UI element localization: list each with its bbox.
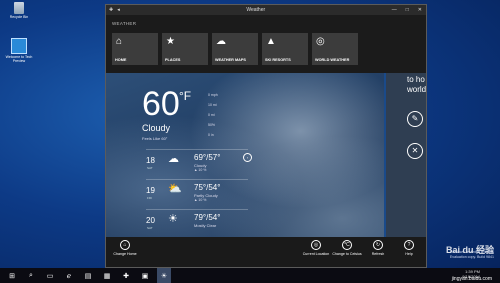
refresh-label: Refresh: [371, 252, 385, 256]
nav-tile-weather-maps[interactable]: ☁ WEATHER MAPS: [212, 33, 258, 65]
change-home-button[interactable]: ⌂ Change Home: [108, 240, 142, 257]
expand-arrow-icon[interactable]: ›: [243, 153, 252, 162]
close-circle-icon[interactable]: ✕: [407, 143, 423, 159]
title-bar: ✚ ◂ Weather — □ ✕: [106, 5, 426, 15]
side-text-line: to ho: [407, 75, 425, 84]
nav-tile-world-weather[interactable]: ◎ WORLD WEATHER: [312, 33, 358, 65]
current-location-label: Current Location: [302, 252, 330, 256]
task-view-icon[interactable]: ▭: [43, 268, 57, 283]
mountain-icon: ▲: [266, 36, 276, 47]
file-explorer-icon[interactable]: ▤: [81, 268, 95, 283]
windows-logo-icon: [11, 38, 27, 54]
detail-precip: 0 in: [208, 133, 214, 137]
window-title: Weather: [246, 7, 266, 13]
current-location-button[interactable]: ◎ Current Location: [299, 240, 333, 257]
forecast-dow: SAT: [147, 166, 153, 170]
search-icon[interactable]: ⌕: [24, 268, 38, 283]
forecast-temps: 79°/54°: [194, 213, 221, 222]
help-label: Help: [405, 252, 413, 256]
forecast-row[interactable]: 20 SAT ☀ 79°/54° Mostly Clear: [146, 209, 248, 238]
recycle-bin-label: Recycle Bin: [9, 15, 29, 19]
change-celsius-button[interactable]: °C Change to Celsius: [330, 240, 364, 257]
cloudy-icon: ☁: [168, 153, 179, 165]
detail-visibility: 10 mi: [208, 103, 217, 107]
forecast-row[interactable]: 19 FRI ⛅ 75°/54° Partly Cloudy ▲ 10 %: [146, 179, 248, 208]
store-icon[interactable]: ▦: [100, 268, 114, 283]
nav-tile-places[interactable]: ★ PLACES: [162, 33, 208, 65]
nav-label: PLACES: [165, 58, 181, 62]
side-pane-text: to ho world: [407, 75, 426, 95]
home-icon: ⌂: [116, 36, 123, 47]
temperature-unit: °F: [179, 89, 192, 103]
nav-tile-home[interactable]: ⌂ HOME: [112, 33, 158, 65]
welcome-label: Welcome to Tech Preview: [5, 55, 33, 63]
change-celsius-label: Change to Celsius: [332, 252, 362, 256]
app-menu-icon[interactable]: ✚: [109, 7, 113, 13]
star-icon: ★: [166, 36, 175, 47]
forecast-condition: Mostly Clear: [194, 223, 217, 228]
minimize-button[interactable]: —: [392, 7, 397, 13]
nav-label: WORLD WEATHER: [315, 58, 350, 62]
forecast-dow: SAT: [147, 226, 153, 230]
partly-cloudy-icon: ⛅: [168, 183, 182, 195]
forecast-day: 20: [146, 216, 155, 225]
detail-barometer: 0 mi: [208, 113, 215, 117]
help-button[interactable]: ? Help: [392, 240, 426, 257]
trash-icon: [14, 2, 24, 14]
nav-tile-ski-resorts[interactable]: ▲ SKI RESORTS: [262, 33, 308, 65]
detail-wind: 0 mph: [208, 93, 218, 97]
current-condition: Cloudy: [142, 123, 171, 133]
forecast-row[interactable]: 18 SAT ☁ 69°/57° Cloudy ▲ 10 %: [146, 149, 248, 178]
location-icon: ◎: [311, 240, 321, 250]
sunny-icon: ☀: [168, 213, 178, 225]
close-button[interactable]: ✕: [418, 7, 422, 13]
refresh-icon: ↻: [373, 240, 383, 250]
home-icon: ⌂: [120, 240, 130, 250]
taskbar: ⊞ ⌕ ▭ ℯ ▤ ▦ ✚ ▣ ☀ 1:39 PM 9/18/2014: [0, 268, 500, 283]
help-icon: ?: [404, 240, 414, 250]
nav-label: WEATHER MAPS: [215, 58, 246, 62]
change-home-label: Change Home: [113, 252, 137, 256]
forecast-dow: FRI: [147, 196, 152, 200]
current-temperature: 60: [142, 85, 180, 123]
back-icon[interactable]: ◂: [117, 7, 120, 13]
refresh-button[interactable]: ↻ Refresh: [361, 240, 395, 257]
edit-icon[interactable]: ✎: [407, 111, 423, 127]
windows-version-line: Evaluation copy. Build 9841: [449, 255, 494, 259]
xbox-icon[interactable]: ✚: [119, 268, 133, 283]
forecast-temps: 69°/57°: [194, 153, 221, 162]
weather-taskbar-icon[interactable]: ☀: [157, 268, 171, 283]
nav-bar: ⌂ HOME ★ PLACES ☁ WEATHER MAPS ▲ SKI RES…: [112, 33, 358, 65]
weather-window: ✚ ◂ Weather — □ ✕ WEATHER ⌂ HOME ★ PLACE…: [105, 4, 427, 268]
celsius-icon: °C: [342, 240, 352, 250]
feels-like: Feels Like 60°: [142, 136, 168, 141]
ie-icon[interactable]: ℯ: [62, 268, 76, 283]
forecast-day: 19: [146, 186, 155, 195]
nav-label: HOME: [115, 58, 127, 62]
desktop-icon[interactable]: ▣: [138, 268, 152, 283]
recycle-bin-icon[interactable]: Recycle Bin: [2, 2, 36, 19]
nav-label: SKI RESORTS: [265, 58, 291, 62]
watermark-url: jingyan.baidu.com: [451, 276, 492, 282]
globe-icon: ◎: [316, 36, 325, 47]
app-bar: ⌂ Change Home ◎ Current Location °C Chan…: [106, 237, 426, 267]
start-button[interactable]: ⊞: [5, 268, 19, 283]
forecast-temps: 75°/54°: [194, 183, 221, 192]
app-label: WEATHER: [112, 21, 137, 26]
cloud-map-icon: ☁: [216, 36, 226, 47]
forecast-precip: ▲ 10 %: [194, 168, 207, 172]
forecast-precip: ▲ 10 %: [194, 198, 207, 202]
windows-version: Windows Technical Preview Evaluation cop…: [450, 250, 494, 260]
forecast-day: 18: [146, 156, 155, 165]
side-text-line: world: [407, 85, 427, 94]
detail-humidity: 50%: [208, 123, 216, 127]
maximize-button[interactable]: □: [406, 7, 409, 13]
welcome-shortcut[interactable]: Welcome to Tech Preview: [2, 38, 36, 63]
